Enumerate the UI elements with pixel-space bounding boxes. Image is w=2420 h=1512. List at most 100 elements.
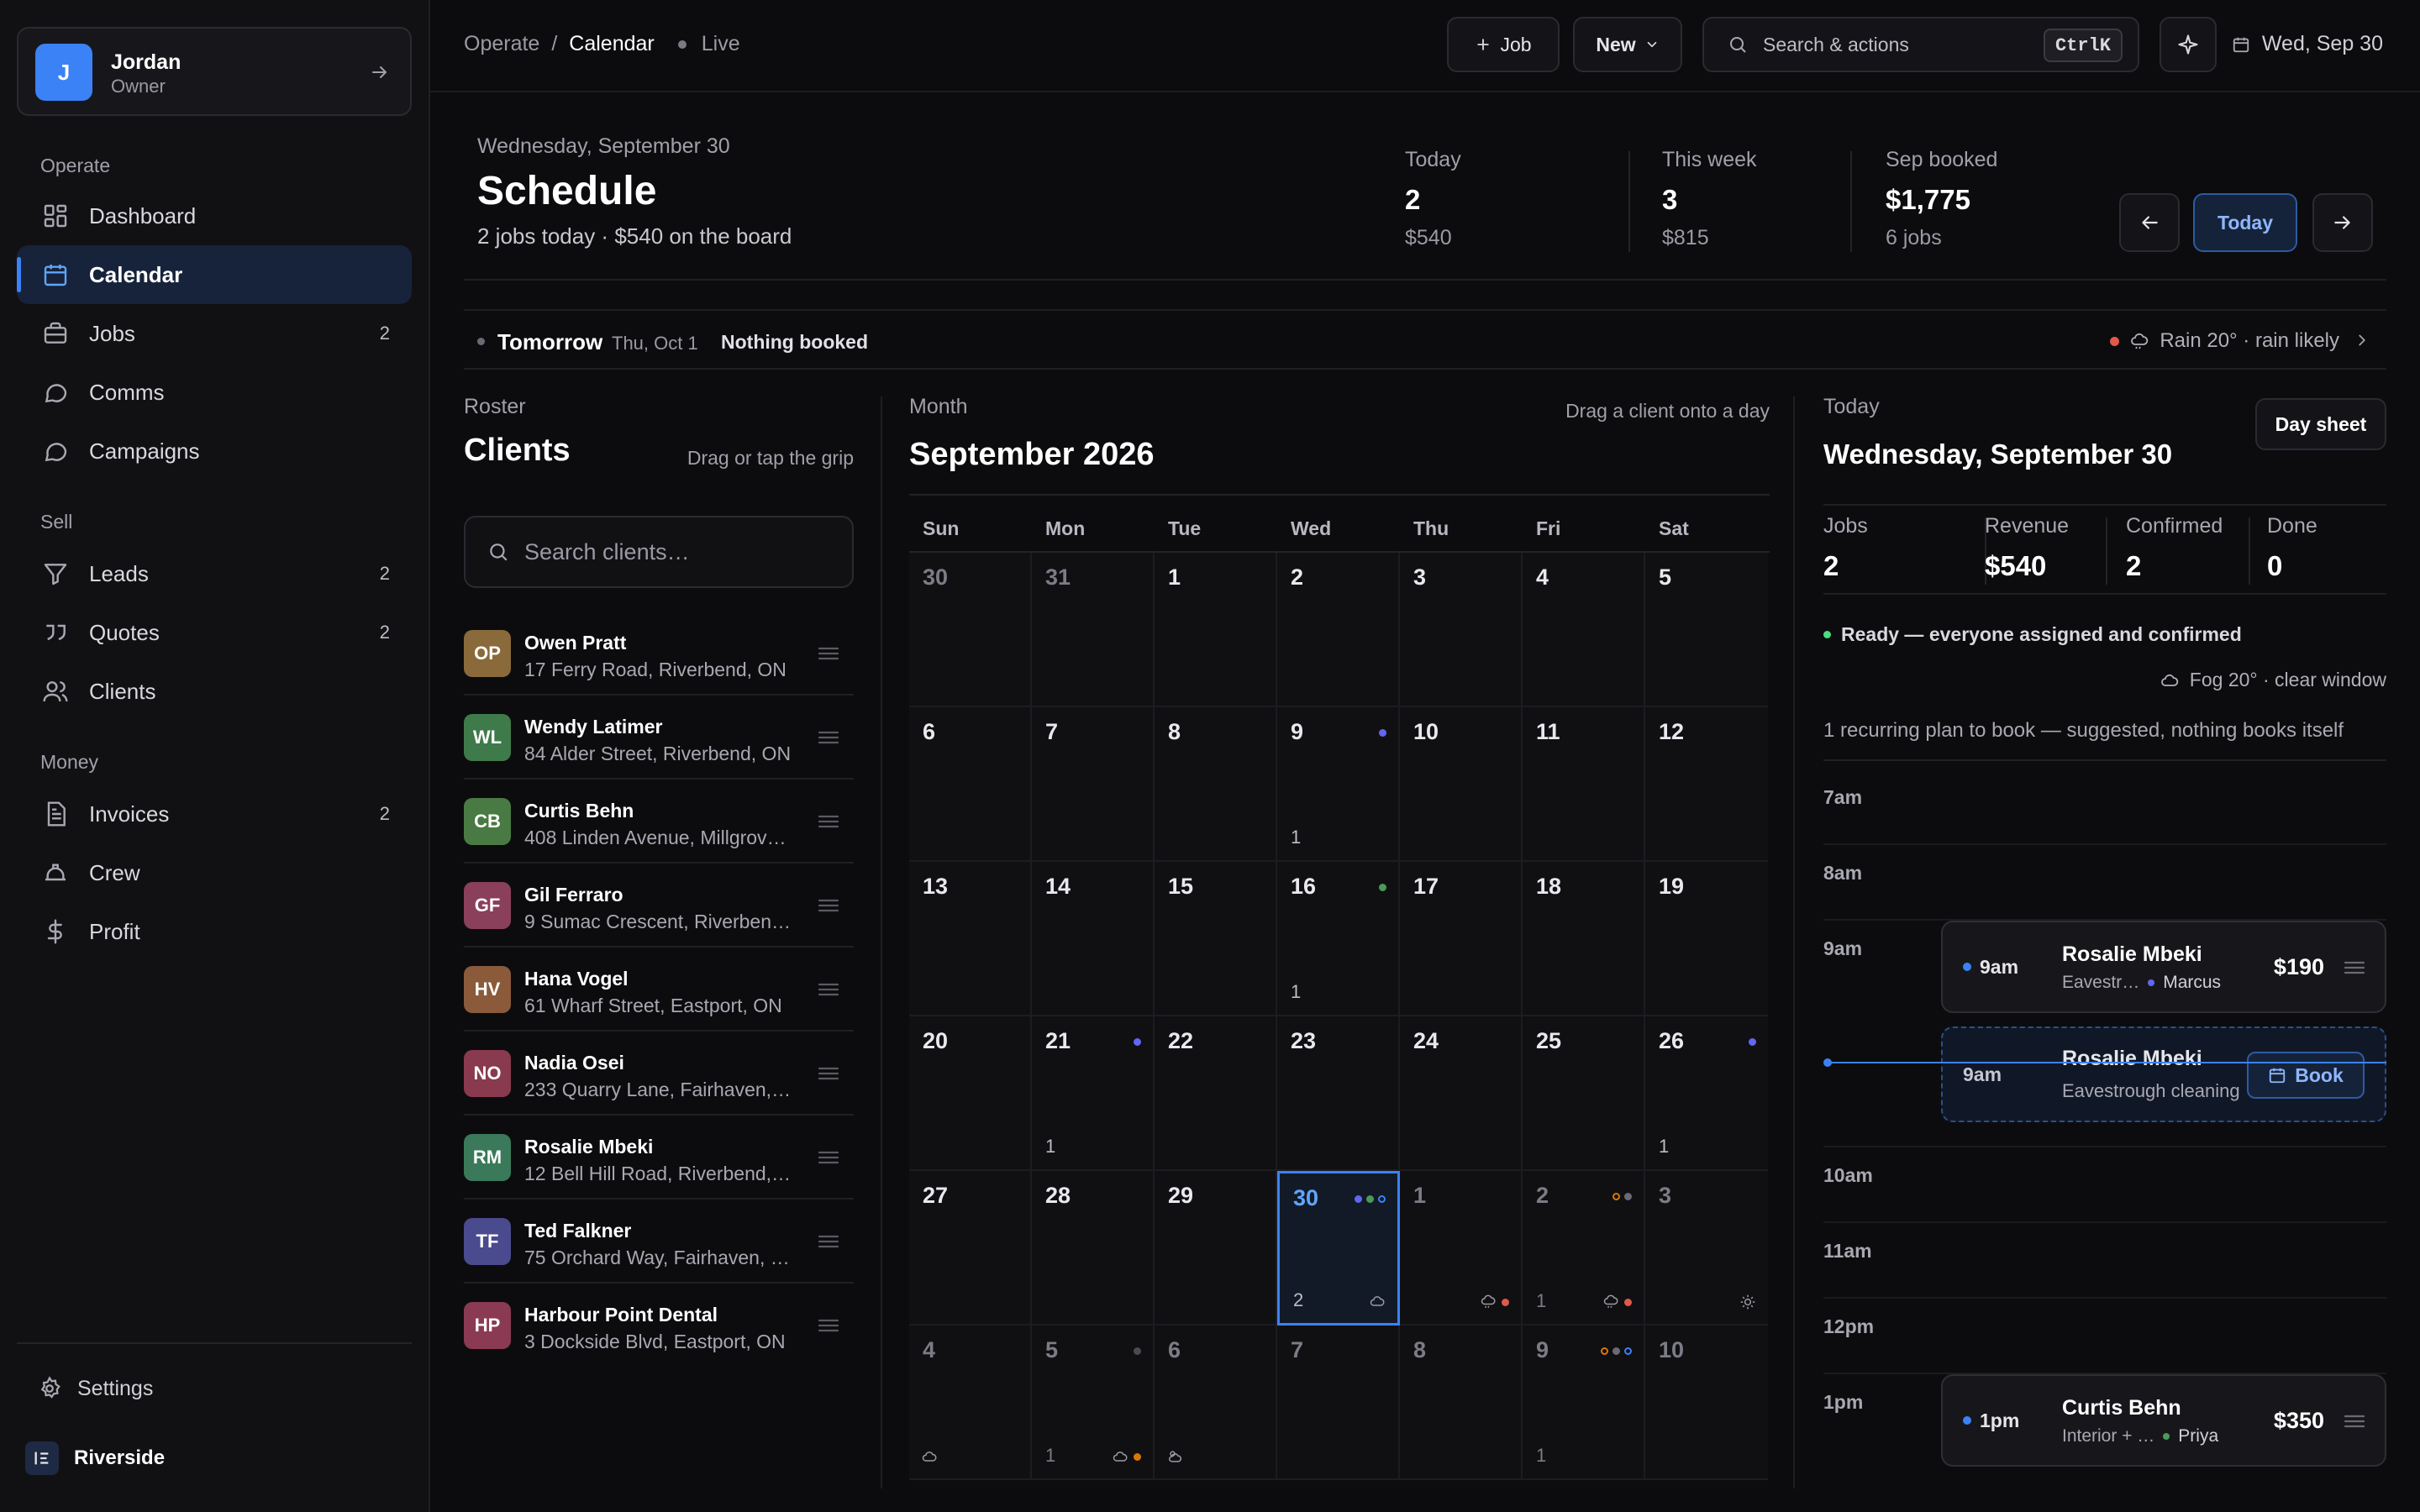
drag-handle-icon[interactable] <box>817 811 840 832</box>
drag-handle-icon[interactable] <box>817 1315 840 1336</box>
drag-handle-icon[interactable] <box>2343 1411 2366 1431</box>
calendar-day[interactable]: 10 <box>1645 1326 1768 1480</box>
client-row[interactable]: CB Curtis Behn 408 Linden Avenue, Millgrov… <box>464 780 854 864</box>
suggested-job-card[interactable]: 9am Rosalie Mbeki Eavestrough cleaning B… <box>1941 1026 2386 1122</box>
add-job-button[interactable]: Job <box>1447 17 1560 72</box>
calendar-day[interactable]: 19 <box>1645 862 1768 1016</box>
topbar: Operate / Calendar Live Job New Search &… <box>430 0 2420 92</box>
day-number: 10 <box>1659 1337 1685 1362</box>
sidebar-item-campaigns[interactable]: Campaigns <box>17 422 412 480</box>
client-row[interactable]: HP Harbour Point Dental 3 Dockside Blvd, E… <box>464 1284 854 1368</box>
drag-handle-icon[interactable] <box>817 1231 840 1252</box>
calendar-day[interactable]: 10 <box>1400 707 1523 862</box>
sidebar-item-comms[interactable]: Comms <box>17 363 412 422</box>
calendar-day[interactable]: 2 <box>1277 553 1400 707</box>
client-row[interactable]: TF Ted Falkner 75 Orchard Way, Fairhaven, … <box>464 1200 854 1284</box>
stat-label: Revenue <box>1985 514 2070 538</box>
job-card[interactable]: 9am Rosalie Mbeki Eavestr… Marcus $190 <box>1941 921 2386 1013</box>
calendar-day[interactable]: 24 <box>1400 1016 1523 1171</box>
sidebar-item-clients[interactable]: Clients <box>17 662 412 721</box>
sidebar-item-dashboard[interactable]: Dashboard <box>17 186 412 245</box>
sidebar-item-label: Dashboard <box>89 202 197 228</box>
calendar-day[interactable]: 28 <box>1032 1171 1155 1326</box>
calendar-day[interactable]: 15 <box>1155 862 1277 1016</box>
calendar-day[interactable]: 91 <box>1277 707 1400 862</box>
sidebar-item-quotes[interactable]: Quotes 2 <box>17 603 412 662</box>
previous-button[interactable] <box>2119 193 2180 252</box>
calendar-day[interactable]: 18 <box>1523 862 1645 1016</box>
sidebar-item-invoices[interactable]: Invoices 2 <box>17 785 412 843</box>
calendar-day[interactable]: 3 <box>1400 553 1523 707</box>
calendar-day[interactable]: 4 <box>909 1326 1032 1480</box>
calendar-day[interactable]: 26 1 <box>1645 1016 1768 1171</box>
calendar-day[interactable]: 17 <box>1400 862 1523 1016</box>
calendar-day[interactable]: 23 <box>1277 1016 1400 1171</box>
calendar-day[interactable]: 1 <box>1155 553 1277 707</box>
calendar-day[interactable]: 13 <box>909 862 1032 1016</box>
client-row[interactable]: GF Gil Ferraro 9 Sumac Crescent, Riverbend… <box>464 864 854 948</box>
client-row[interactable]: RM Rosalie Mbeki 12 Bell Hill Road, Riverb… <box>464 1116 854 1200</box>
calendar-day[interactable]: 29 <box>1155 1171 1277 1326</box>
drag-handle-icon[interactable] <box>2343 958 2366 978</box>
ai-assist-button[interactable] <box>2160 17 2217 72</box>
calendar-day[interactable]: 7 <box>1032 707 1155 862</box>
job-card[interactable]: 1pm Curtis Behn Interior + … Priya $350 <box>1941 1374 2386 1467</box>
calendar-day[interactable]: 6 <box>909 707 1032 862</box>
drag-handle-icon[interactable] <box>817 1147 840 1168</box>
next-button[interactable] <box>2312 193 2373 252</box>
calendar-day[interactable]: 5 <box>1645 553 1768 707</box>
sidebar-item-crew[interactable]: Crew <box>17 843 412 902</box>
calendar-day[interactable]: 12 <box>1645 707 1768 862</box>
calendar-day[interactable]: 30 <box>909 553 1032 707</box>
drag-handle-icon[interactable] <box>817 727 840 748</box>
calendar-day[interactable]: 21 1 <box>1032 1016 1155 1171</box>
breadcrumb-parent[interactable]: Operate <box>464 32 539 56</box>
drag-handle-icon[interactable] <box>817 1063 840 1084</box>
client-search-input[interactable]: Search clients… <box>464 516 854 588</box>
book-button[interactable]: Book <box>2247 1052 2365 1099</box>
sidebar-item-settings[interactable]: Settings <box>37 1376 153 1401</box>
sidebar-item-jobs[interactable]: Jobs 2 <box>17 304 412 363</box>
calendar-day[interactable]: 3 <box>1645 1171 1768 1326</box>
day-sheet-button[interactable]: Day sheet <box>2255 398 2386 450</box>
calendar-day[interactable]: 7 <box>1277 1326 1400 1480</box>
invoices-count-badge: 2 <box>379 803 390 824</box>
calendar-day[interactable]: 8 <box>1155 707 1277 862</box>
sidebar-item-profit[interactable]: Profit <box>17 902 412 961</box>
calendar-day[interactable]: 25 <box>1523 1016 1645 1171</box>
recurring-plan-notice[interactable]: 1 recurring plan to book — suggested, no… <box>1823 719 2386 761</box>
calendar-day[interactable]: 27 <box>909 1171 1032 1326</box>
calendar-day[interactable]: 91 <box>1523 1326 1645 1480</box>
client-avatar: OP <box>464 630 511 677</box>
today-button[interactable]: Today <box>2193 193 2297 252</box>
drag-handle-icon[interactable] <box>817 979 840 1000</box>
calendar-day-today[interactable]: 30 2 <box>1277 1171 1400 1326</box>
calendar-day[interactable]: 22 <box>1155 1016 1277 1171</box>
calendar-day[interactable]: 14 <box>1032 862 1155 1016</box>
calendar-day[interactable]: 31 <box>1032 553 1155 707</box>
tomorrow-strip[interactable]: Tomorrow Thu, Oct 1 Nothing booked Rain … <box>464 309 2386 370</box>
client-row[interactable]: OP Owen Pratt 17 Ferry Road, Riverbend, ON <box>464 612 854 696</box>
client-row[interactable]: WL Wendy Latimer 84 Alder Street, Riverben… <box>464 696 854 780</box>
command-search[interactable]: Search & actions CtrlK <box>1702 17 2139 72</box>
calendar-day[interactable]: 11 <box>1523 707 1645 862</box>
calendar-day[interactable]: 8 <box>1400 1326 1523 1480</box>
drag-handle-icon[interactable] <box>817 643 840 664</box>
sidebar-item-leads[interactable]: Leads 2 <box>17 544 412 603</box>
org-switcher[interactable]: Riverside <box>25 1441 165 1475</box>
calendar-day[interactable]: 51 <box>1032 1326 1155 1480</box>
calendar-day[interactable]: 21 <box>1523 1171 1645 1326</box>
plus-icon <box>1475 36 1491 53</box>
calendar-day[interactable]: 1 <box>1400 1171 1523 1326</box>
calendar-day[interactable]: 16 1 <box>1277 862 1400 1016</box>
sidebar-item-calendar[interactable]: Calendar <box>17 245 412 304</box>
calendar-day[interactable]: 4 <box>1523 553 1645 707</box>
new-menu-button[interactable]: New <box>1573 17 1682 72</box>
drag-handle-icon[interactable] <box>817 895 840 916</box>
calendar-day[interactable]: 6 <box>1155 1326 1277 1480</box>
client-row[interactable]: HV Hana Vogel 61 Wharf Street, Eastport, O… <box>464 948 854 1032</box>
user-card[interactable]: J Jordan Owner <box>17 27 412 116</box>
calendar-day[interactable]: 20 <box>909 1016 1032 1171</box>
day-number: 9 <box>1536 1337 1549 1362</box>
client-row[interactable]: NO Nadia Osei 233 Quarry Lane, Fairhaven, … <box>464 1032 854 1116</box>
